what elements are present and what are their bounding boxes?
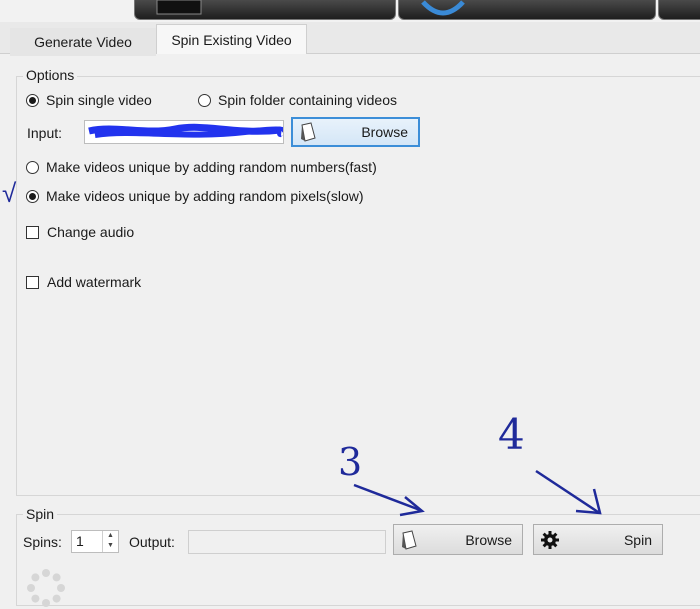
- spin-single-radio[interactable]: [26, 94, 39, 107]
- top-toolbar: [0, 0, 700, 22]
- output-field[interactable]: [188, 530, 386, 554]
- output-browse-button[interactable]: Browse: [393, 524, 523, 555]
- loading-spinner-icon: [27, 569, 65, 607]
- toolbar-shape-icon: [156, 0, 202, 15]
- add-watermark-label: Add watermark: [47, 274, 142, 290]
- arrow-to-spin-annotation: [535, 469, 602, 515]
- checkmark-annotation: √: [2, 178, 17, 208]
- spins-label: Spins:: [23, 534, 62, 550]
- toolbar-button-3[interactable]: [658, 0, 700, 20]
- spin-button[interactable]: Spin: [533, 524, 663, 555]
- redaction-scribble: [88, 123, 283, 138]
- input-label: Input:: [27, 125, 63, 141]
- spin-single-label: Spin single video: [46, 92, 152, 108]
- spin-button-label: Spin: [623, 531, 652, 548]
- change-audio-label: Change audio: [47, 224, 135, 240]
- arrow-to-browse-annotation: [353, 483, 425, 517]
- step-4-annotation: 4: [498, 410, 525, 459]
- input-browse-button[interactable]: Browse: [291, 117, 420, 147]
- spin-down-icon[interactable]: ▼: [103, 541, 118, 551]
- unique-numbers-label: Make videos unique by adding random numb…: [46, 159, 377, 175]
- output-browse-label: Browse: [465, 531, 512, 548]
- spins-stepper[interactable]: 1 ▲ ▼: [71, 530, 119, 553]
- spin-group-label: Spin: [23, 506, 58, 522]
- change-audio-checkbox[interactable]: [26, 226, 39, 239]
- input-field[interactable]: [84, 120, 284, 144]
- spin-folder-label: Spin folder containing videos: [218, 92, 398, 108]
- spins-value: 1: [76, 533, 84, 549]
- toolbar-button-2[interactable]: [398, 0, 656, 20]
- gear-icon: [541, 530, 559, 549]
- spins-arrows: ▲ ▼: [102, 531, 118, 552]
- unique-pixels-label: Make videos unique by adding random pixe…: [46, 188, 364, 204]
- options-group-label: Options: [23, 67, 78, 83]
- page-icon: [402, 529, 417, 550]
- page-icon: [301, 122, 316, 142]
- spin-folder-radio[interactable]: [198, 94, 211, 107]
- output-label: Output:: [129, 534, 175, 550]
- unique-numbers-radio[interactable]: [26, 161, 39, 174]
- unique-pixels-radio[interactable]: [26, 190, 39, 203]
- tab-spin-existing-video[interactable]: Spin Existing Video: [156, 24, 307, 54]
- refresh-icon: [421, 0, 465, 16]
- toolbar-button-1[interactable]: [134, 0, 396, 20]
- input-browse-label: Browse: [361, 124, 408, 140]
- spin-up-icon[interactable]: ▲: [103, 531, 118, 541]
- add-watermark-checkbox[interactable]: [26, 276, 39, 289]
- tab-generate-video[interactable]: Generate Video: [10, 28, 156, 56]
